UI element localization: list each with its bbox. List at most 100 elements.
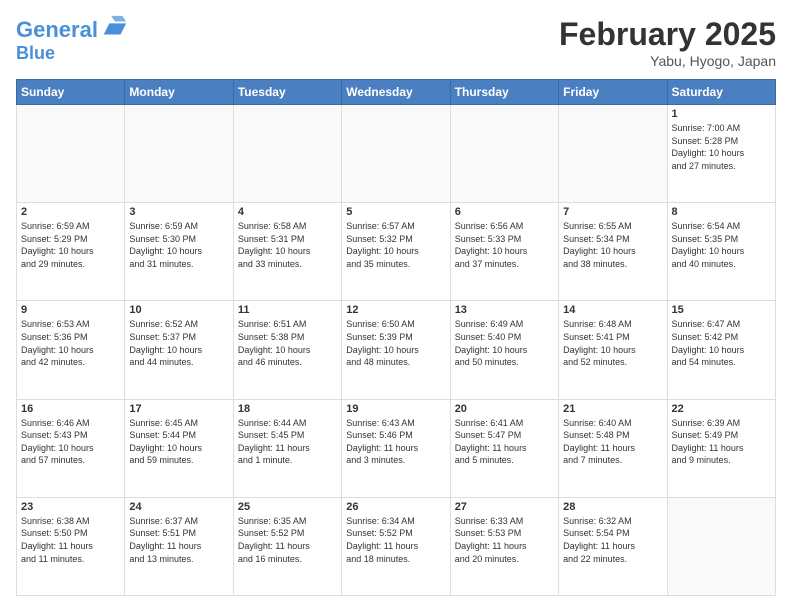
day-number: 28 [563,501,662,513]
calendar-cell: 3Sunrise: 6:59 AM Sunset: 5:30 PM Daylig… [125,203,233,301]
logo-blue: Blue [16,44,128,62]
calendar-week-3: 16Sunrise: 6:46 AM Sunset: 5:43 PM Dayli… [17,399,776,497]
day-info: Sunrise: 6:57 AM Sunset: 5:32 PM Dayligh… [346,220,445,270]
calendar-cell [559,105,667,203]
calendar-cell: 23 Sunrise: 6:38 AM Sunset: 5:50 PM Dayli… [17,497,125,595]
day-number: 18 [238,403,337,415]
logo: General Blue [16,16,128,62]
calendar-cell: 13 Sunrise: 6:49 AM Sunset: 5:40 PM Dayli… [450,301,558,399]
day-info: Sunrise: 6:56 AM Sunset: 5:33 PM Dayligh… [455,220,554,270]
calendar-cell: 27 Sunrise: 6:33 AM Sunset: 5:53 PM Dayli… [450,497,558,595]
day-number: 16 [21,403,120,415]
calendar-cell: 8Sunrise: 6:54 AM Sunset: 5:35 PM Daylig… [667,203,775,301]
day-number: 8 [672,206,771,218]
day-info: Sunrise: 6:48 AM Sunset: 5:41 PM Dayligh… [563,318,662,368]
day-info: Sunrise: 7:00 AM Sunset: 5:28 PM Dayligh… [672,122,771,172]
logo-icon [100,14,128,42]
calendar-cell: 5 Sunrise: 6:57 AM Sunset: 5:32 PM Daylig… [342,203,450,301]
day-number: 17 [129,403,228,415]
calendar-cell: 24 Sunrise: 6:37 AM Sunset: 5:51 PM Dayli… [125,497,233,595]
title-block: February 2025 Yabu, Hyogo, Japan [559,16,776,69]
calendar-cell: 11Sunrise: 6:51 AM Sunset: 5:38 PM Dayli… [233,301,341,399]
day-number: 22 [672,403,771,415]
logo-text: General [16,19,98,41]
day-info: Sunrise: 6:50 AM Sunset: 5:39 PM Dayligh… [346,318,445,368]
calendar-cell: 12 Sunrise: 6:50 AM Sunset: 5:39 PM Dayli… [342,301,450,399]
day-info: Sunrise: 6:37 AM Sunset: 5:51 PM Dayligh… [129,515,228,565]
calendar-week-4: 23 Sunrise: 6:38 AM Sunset: 5:50 PM Dayli… [17,497,776,595]
calendar-table: Sunday Monday Tuesday Wednesday Thursday… [16,79,776,596]
calendar-cell [125,105,233,203]
day-info: Sunrise: 6:47 AM Sunset: 5:42 PM Dayligh… [672,318,771,368]
main-title: February 2025 [559,16,776,53]
day-number: 26 [346,501,445,513]
col-monday: Monday [125,80,233,105]
calendar-cell: 28 Sunrise: 6:32 AM Sunset: 5:54 PM Dayli… [559,497,667,595]
day-info: Sunrise: 6:35 AM Sunset: 5:52 PM Dayligh… [238,515,337,565]
calendar-cell [17,105,125,203]
day-number: 14 [563,304,662,316]
day-info: Sunrise: 6:49 AM Sunset: 5:40 PM Dayligh… [455,318,554,368]
calendar-cell: 7 Sunrise: 6:55 AM Sunset: 5:34 PM Daylig… [559,203,667,301]
day-number: 19 [346,403,445,415]
day-number: 27 [455,501,554,513]
day-number: 11 [238,304,337,316]
day-number: 12 [346,304,445,316]
day-number: 3 [129,206,228,218]
day-number: 21 [563,403,662,415]
calendar-week-2: 9 Sunrise: 6:53 AM Sunset: 5:36 PM Daylig… [17,301,776,399]
calendar-week-1: 2Sunrise: 6:59 AM Sunset: 5:29 PM Daylig… [17,203,776,301]
calendar-cell: 15 Sunrise: 6:47 AM Sunset: 5:42 PM Dayli… [667,301,775,399]
col-friday: Friday [559,80,667,105]
header: General Blue February 2025 Yabu, Hyogo, … [16,16,776,69]
day-info: Sunrise: 6:34 AM Sunset: 5:52 PM Dayligh… [346,515,445,565]
col-saturday: Saturday [667,80,775,105]
calendar-week-0: 1 Sunrise: 7:00 AM Sunset: 5:28 PM Daylig… [17,105,776,203]
day-number: 4 [238,206,337,218]
page: General Blue February 2025 Yabu, Hyogo, … [0,0,792,612]
day-number: 2 [21,206,120,218]
col-sunday: Sunday [17,80,125,105]
day-info: Sunrise: 6:58 AM Sunset: 5:31 PM Dayligh… [238,220,337,270]
day-info: Sunrise: 6:43 AM Sunset: 5:46 PM Dayligh… [346,417,445,467]
logo-general: General [16,17,98,42]
calendar-cell: 4 Sunrise: 6:58 AM Sunset: 5:31 PM Daylig… [233,203,341,301]
calendar-cell: 18 Sunrise: 6:44 AM Sunset: 5:45 PM Dayli… [233,399,341,497]
day-info: Sunrise: 6:53 AM Sunset: 5:36 PM Dayligh… [21,318,120,368]
calendar-cell: 22 Sunrise: 6:39 AM Sunset: 5:49 PM Dayli… [667,399,775,497]
day-number: 20 [455,403,554,415]
col-thursday: Thursday [450,80,558,105]
day-number: 5 [346,206,445,218]
calendar-cell [342,105,450,203]
day-number: 1 [672,108,771,120]
day-info: Sunrise: 6:44 AM Sunset: 5:45 PM Dayligh… [238,417,337,467]
day-number: 24 [129,501,228,513]
day-info: Sunrise: 6:32 AM Sunset: 5:54 PM Dayligh… [563,515,662,565]
day-number: 13 [455,304,554,316]
day-number: 15 [672,304,771,316]
col-wednesday: Wednesday [342,80,450,105]
col-tuesday: Tuesday [233,80,341,105]
calendar-cell: 19 Sunrise: 6:43 AM Sunset: 5:46 PM Dayli… [342,399,450,497]
calendar-cell: 20Sunrise: 6:41 AM Sunset: 5:47 PM Dayli… [450,399,558,497]
day-info: Sunrise: 6:38 AM Sunset: 5:50 PM Dayligh… [21,515,120,565]
day-number: 25 [238,501,337,513]
calendar-cell: 6 Sunrise: 6:56 AM Sunset: 5:33 PM Daylig… [450,203,558,301]
day-number: 23 [21,501,120,513]
day-number: 9 [21,304,120,316]
calendar-cell: 25 Sunrise: 6:35 AM Sunset: 5:52 PM Dayli… [233,497,341,595]
day-info: Sunrise: 6:55 AM Sunset: 5:34 PM Dayligh… [563,220,662,270]
calendar-cell: 21 Sunrise: 6:40 AM Sunset: 5:48 PM Dayli… [559,399,667,497]
calendar-cell: 14 Sunrise: 6:48 AM Sunset: 5:41 PM Dayli… [559,301,667,399]
calendar-cell [233,105,341,203]
day-number: 10 [129,304,228,316]
day-info: Sunrise: 6:52 AM Sunset: 5:37 PM Dayligh… [129,318,228,368]
calendar-cell: 16Sunrise: 6:46 AM Sunset: 5:43 PM Dayli… [17,399,125,497]
calendar-cell: 9 Sunrise: 6:53 AM Sunset: 5:36 PM Daylig… [17,301,125,399]
calendar-cell: 17Sunrise: 6:45 AM Sunset: 5:44 PM Dayli… [125,399,233,497]
day-info: Sunrise: 6:39 AM Sunset: 5:49 PM Dayligh… [672,417,771,467]
day-number: 6 [455,206,554,218]
day-info: Sunrise: 6:33 AM Sunset: 5:53 PM Dayligh… [455,515,554,565]
day-number: 7 [563,206,662,218]
day-info: Sunrise: 6:40 AM Sunset: 5:48 PM Dayligh… [563,417,662,467]
